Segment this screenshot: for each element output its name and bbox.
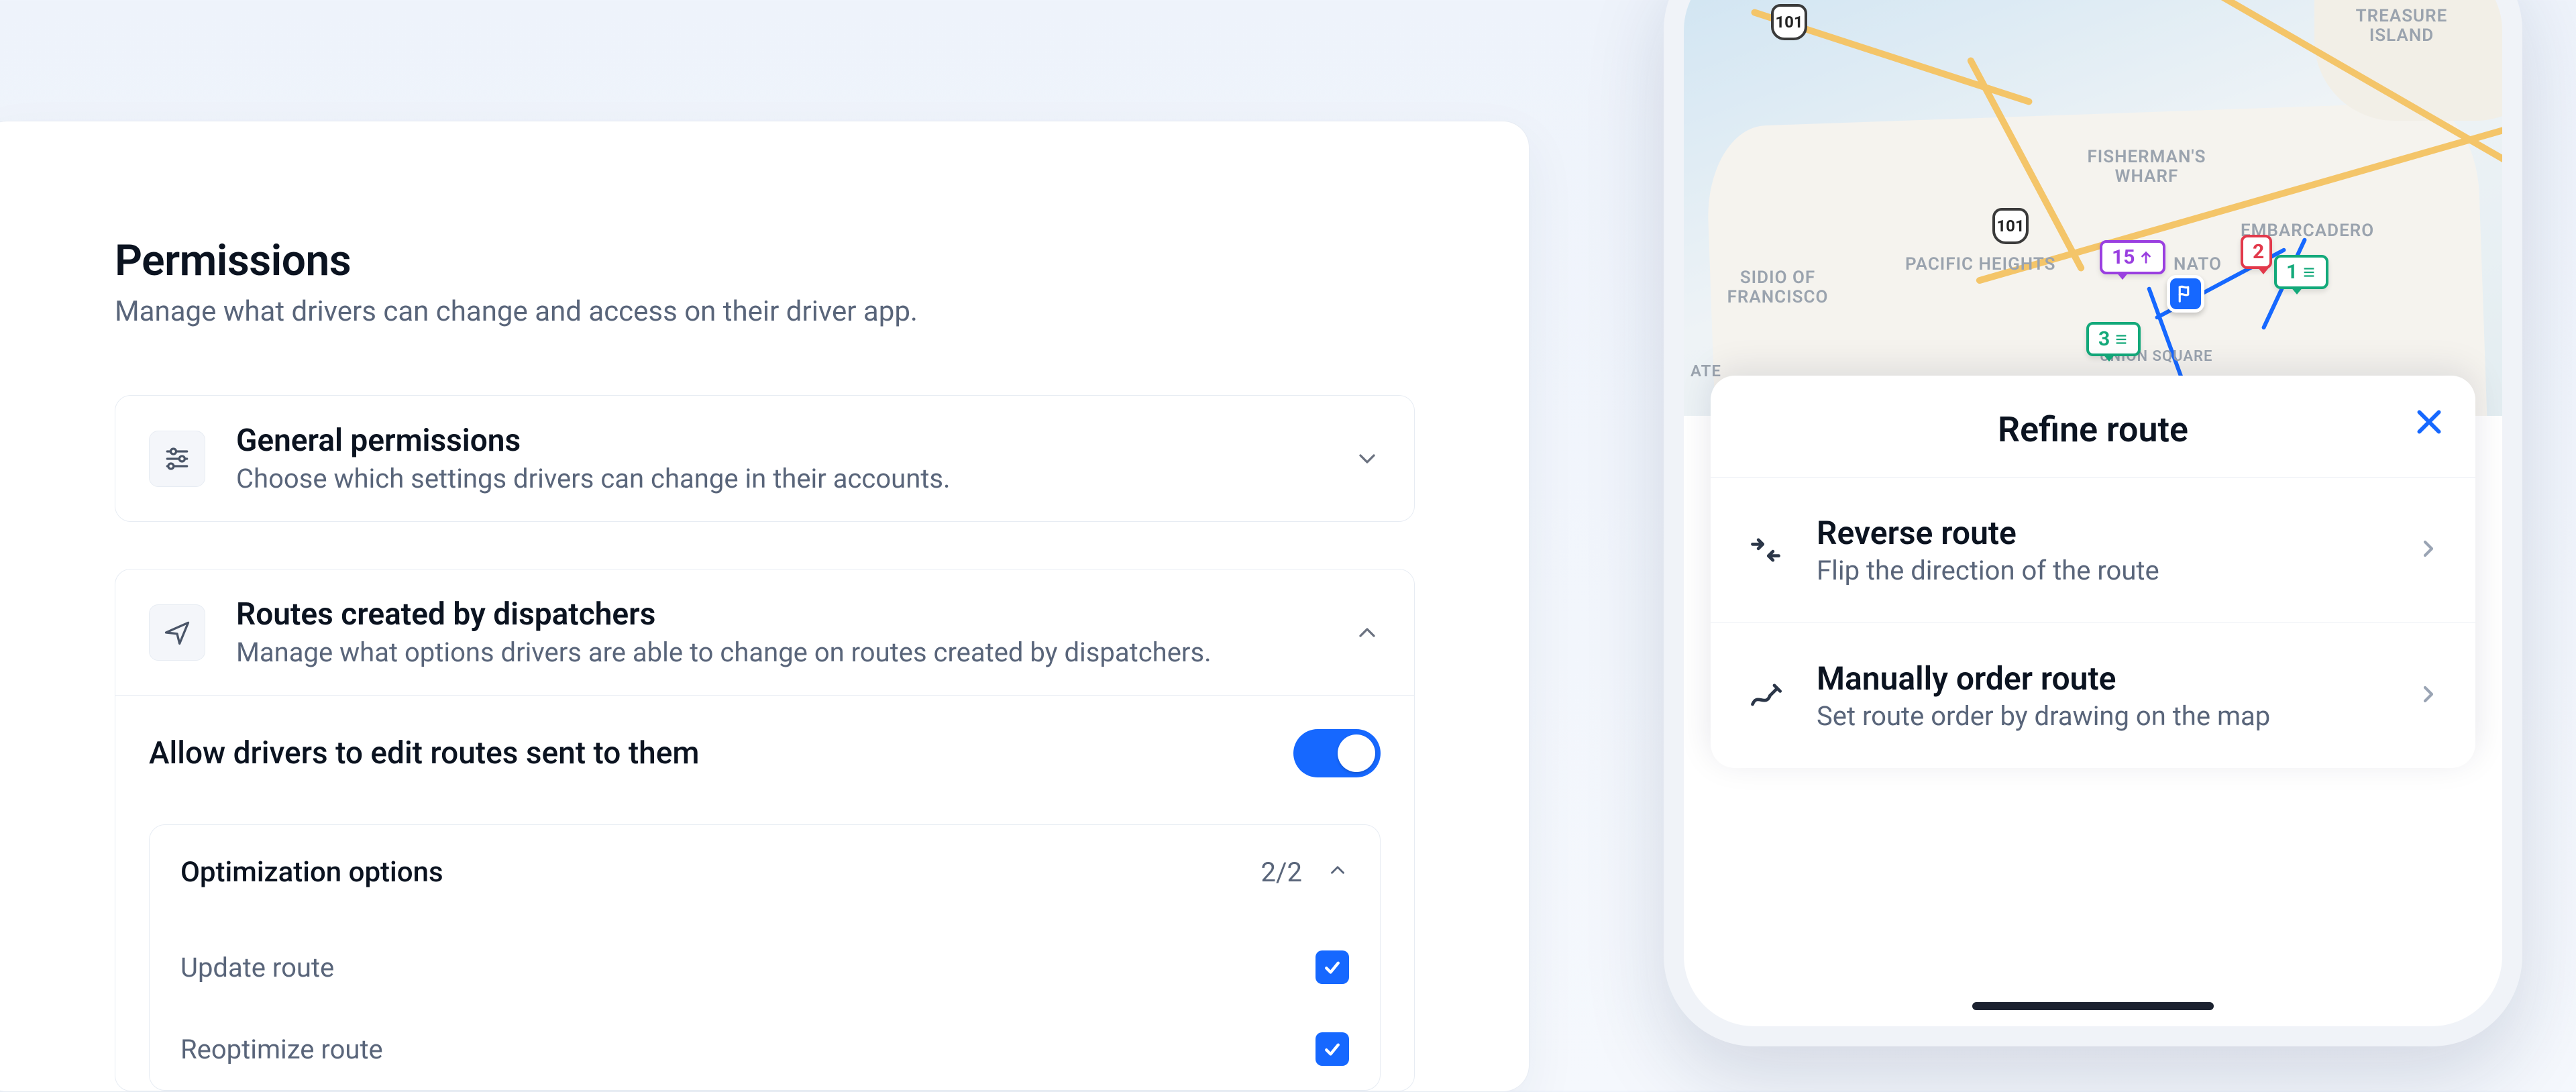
- checkbox-checked[interactable]: [1316, 1032, 1349, 1066]
- map-stop-pin-15[interactable]: 15: [2100, 240, 2165, 274]
- option-reoptimize-route[interactable]: Reoptimize route: [180, 1008, 1349, 1090]
- map-label: NATO: [2174, 255, 2222, 274]
- allow-edit-switch[interactable]: [1293, 729, 1381, 777]
- accordion-subtitle: Manage what options drivers are able to …: [236, 637, 1323, 668]
- page-subtitle: Manage what drivers can change and acces…: [115, 295, 1415, 328]
- sheet-option-reverse-route[interactable]: Reverse route Flip the direction of the …: [1711, 478, 2475, 623]
- sheet-title: Refine route: [1737, 409, 2449, 450]
- road-shield-101: 101: [1992, 208, 2029, 244]
- options-counter: 2/2: [1261, 857, 1302, 888]
- option-update-route[interactable]: Update route: [180, 926, 1349, 1008]
- map-stop-pin-1[interactable]: 1: [2274, 255, 2328, 289]
- optimization-options-panel: Optimization options 2/2 Update route: [149, 824, 1381, 1091]
- phone-mockup: 101 101 TREASURE ISLAND FISHERMAN'S WHAR…: [1664, 0, 2522, 1046]
- toggle-label: Allow drivers to edit routes sent to the…: [149, 735, 699, 771]
- map-view[interactable]: 101 101 TREASURE ISLAND FISHERMAN'S WHAR…: [1684, 0, 2502, 416]
- accordion-title: General permissions: [236, 423, 1323, 459]
- option-label: Reoptimize route: [180, 1034, 383, 1065]
- accordion-dispatcher-routes: Routes created by dispatchers Manage wha…: [115, 569, 1415, 1091]
- chevron-right-icon: [2415, 535, 2442, 565]
- permissions-panel: Permissions Manage what drivers can chan…: [0, 121, 1529, 1092]
- chevron-right-icon: [2415, 681, 2442, 710]
- map-label: SIDIO OF FRANCISCO: [1697, 268, 1858, 307]
- option-title: Manually order route: [1817, 659, 2385, 698]
- draw-route-icon: [1744, 674, 1787, 717]
- chevron-up-icon: [1354, 619, 1381, 646]
- option-label: Update route: [180, 952, 334, 983]
- option-subtitle: Flip the direction of the route: [1817, 555, 2385, 586]
- map-label: TREASURE ISLAND: [2334, 7, 2469, 45]
- panel-title: Optimization options: [180, 856, 443, 889]
- home-indicator[interactable]: [1972, 1002, 2214, 1010]
- map-label: PACIFIC HEIGHTS: [1905, 255, 2055, 274]
- optimization-options-header[interactable]: Optimization options 2/2: [180, 856, 1349, 889]
- refine-route-sheet: Refine route Reverse route Flip the dire…: [1711, 376, 2475, 768]
- page-title: Permissions: [115, 235, 1415, 286]
- send-icon: [149, 604, 205, 661]
- road-shield-101: 101: [1771, 4, 1807, 40]
- close-icon[interactable]: [2412, 405, 2446, 441]
- allow-edit-toggle-row: Allow drivers to edit routes sent to the…: [149, 729, 1381, 777]
- map-current-location-pin[interactable]: [2167, 275, 2204, 313]
- option-title: Reverse route: [1817, 514, 2385, 552]
- chevron-down-icon: [1354, 445, 1381, 472]
- accordion-general-permissions[interactable]: General permissions Choose which setting…: [115, 395, 1415, 522]
- checkbox-checked[interactable]: [1316, 950, 1349, 984]
- accordion-header[interactable]: Routes created by dispatchers Manage wha…: [115, 569, 1414, 695]
- chevron-up-icon: [1326, 857, 1349, 888]
- reverse-icon: [1744, 529, 1787, 571]
- accordion-title: Routes created by dispatchers: [236, 596, 1323, 633]
- map-stop-pin-2[interactable]: 2: [2241, 235, 2272, 269]
- sliders-icon: [149, 431, 205, 487]
- option-subtitle: Set route order by drawing on the map: [1817, 700, 2385, 732]
- map-stop-pin-3[interactable]: 3: [2086, 322, 2141, 356]
- sheet-option-manual-order[interactable]: Manually order route Set route order by …: [1711, 623, 2475, 768]
- map-label: FISHERMAN'S WHARF: [2059, 148, 2234, 186]
- accordion-subtitle: Choose which settings drivers can change…: [236, 463, 1323, 494]
